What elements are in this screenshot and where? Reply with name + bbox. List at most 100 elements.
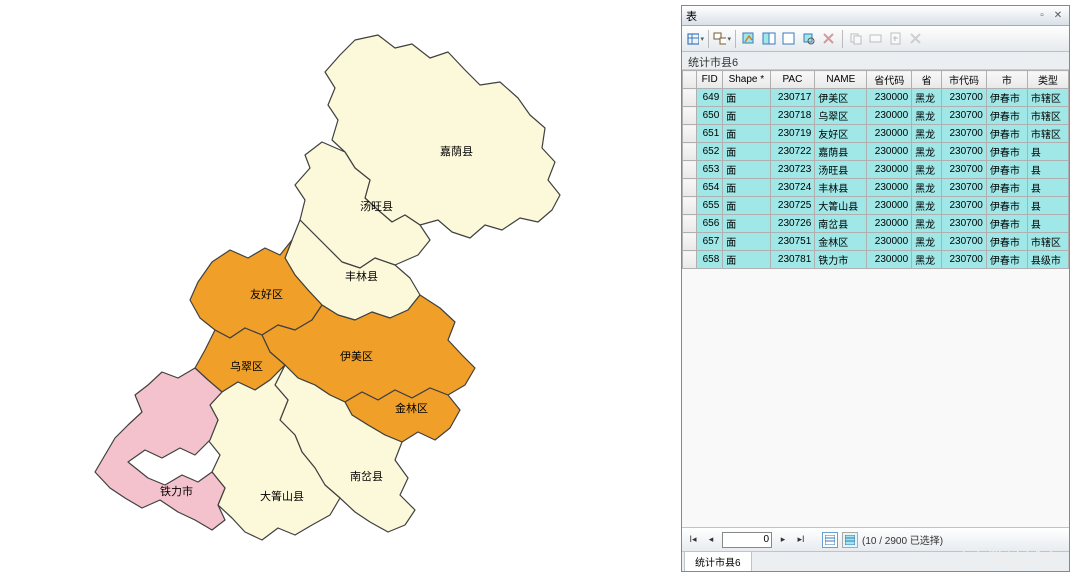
column-header[interactable]: 省 (912, 71, 942, 89)
cell[interactable]: 面 (723, 215, 770, 233)
select-by-attr-icon[interactable] (740, 30, 758, 48)
cell[interactable]: 230700 (942, 161, 987, 179)
cell[interactable]: 县 (1027, 197, 1068, 215)
find-icon[interactable] (867, 30, 885, 48)
layer-tab[interactable]: 统计市县6 (684, 551, 752, 571)
related-tables-icon[interactable]: ▾ (713, 30, 731, 48)
cell[interactable]: 黑龙 (912, 107, 942, 125)
cell[interactable]: 230751 (770, 233, 815, 251)
cell[interactable]: 230722 (770, 143, 815, 161)
table-row[interactable]: 649面230717伊美区230000黑龙230700伊春市市辖区 (683, 89, 1069, 107)
cell[interactable]: 230700 (942, 143, 987, 161)
switch-selection-icon[interactable] (760, 30, 778, 48)
column-header[interactable]: 市代码 (942, 71, 987, 89)
cell[interactable]: 伊春市 (986, 233, 1027, 251)
region-tieli[interactable] (95, 368, 225, 530)
cell[interactable]: 面 (723, 251, 770, 269)
cell[interactable]: 230718 (770, 107, 815, 125)
last-record-button[interactable]: ▸I (794, 533, 808, 547)
cell[interactable]: 230000 (867, 179, 912, 197)
cell[interactable]: 230700 (942, 107, 987, 125)
cell[interactable]: 县 (1027, 179, 1068, 197)
column-header[interactable]: 类型 (1027, 71, 1068, 89)
cell[interactable]: 伊春市 (986, 179, 1027, 197)
cell[interactable]: 面 (723, 89, 770, 107)
add-field-icon[interactable] (887, 30, 905, 48)
row-selector[interactable] (683, 215, 697, 233)
cell[interactable]: 友好区 (815, 125, 867, 143)
cell[interactable]: 230781 (770, 251, 815, 269)
next-record-button[interactable]: ▸ (776, 533, 790, 547)
table-options-icon[interactable]: ▾ (686, 30, 704, 48)
cell[interactable]: 650 (697, 107, 723, 125)
row-selector[interactable] (683, 251, 697, 269)
cell[interactable]: 230000 (867, 215, 912, 233)
cell[interactable]: 651 (697, 125, 723, 143)
cell[interactable]: 伊春市 (986, 125, 1027, 143)
cell[interactable]: 面 (723, 233, 770, 251)
cell[interactable]: 230000 (867, 89, 912, 107)
cell[interactable]: 230719 (770, 125, 815, 143)
table-row[interactable]: 652面230722嘉荫县230000黑龙230700伊春市县 (683, 143, 1069, 161)
cell[interactable]: 230000 (867, 143, 912, 161)
cell[interactable]: 伊春市 (986, 251, 1027, 269)
cell[interactable]: 230000 (867, 161, 912, 179)
show-all-records-button[interactable] (822, 532, 838, 548)
table-row[interactable]: 650面230718乌翠区230000黑龙230700伊春市市辖区 (683, 107, 1069, 125)
table-row[interactable]: 656面230726南岔县230000黑龙230700伊春市县 (683, 215, 1069, 233)
cell[interactable]: 657 (697, 233, 723, 251)
pin-button[interactable]: ▫ (1035, 9, 1049, 23)
cell[interactable]: 230000 (867, 107, 912, 125)
table-row[interactable]: 655面230725大箐山县230000黑龙230700伊春市县 (683, 197, 1069, 215)
column-header[interactable]: Shape * (723, 71, 770, 89)
cell[interactable]: 县级市 (1027, 251, 1068, 269)
cell[interactable]: 嘉荫县 (815, 143, 867, 161)
cell[interactable]: 汤旺县 (815, 161, 867, 179)
data-grid[interactable]: FIDShape *PACNAME省代码省市代码市类型 649面230717伊美… (682, 70, 1069, 527)
cell[interactable]: 230700 (942, 179, 987, 197)
cell[interactable]: 大箐山县 (815, 197, 867, 215)
cell[interactable]: 铁力市 (815, 251, 867, 269)
cell[interactable]: 面 (723, 161, 770, 179)
cell[interactable]: 230700 (942, 125, 987, 143)
row-selector[interactable] (683, 89, 697, 107)
titlebar[interactable]: 表 ▫ ✕ (682, 6, 1069, 26)
close-button[interactable]: ✕ (1051, 9, 1065, 23)
column-header[interactable]: FID (697, 71, 723, 89)
row-selector[interactable] (683, 161, 697, 179)
zoom-selected-icon[interactable] (800, 30, 818, 48)
row-selector[interactable] (683, 233, 697, 251)
first-record-button[interactable]: I◂ (686, 533, 700, 547)
row-selector[interactable] (683, 143, 697, 161)
table-row[interactable]: 658面230781铁力市230000黑龙230700伊春市县级市 (683, 251, 1069, 269)
cell[interactable]: 230700 (942, 89, 987, 107)
cell[interactable]: 黑龙 (912, 197, 942, 215)
cell[interactable]: 黑龙 (912, 179, 942, 197)
cell[interactable]: 市辖区 (1027, 125, 1068, 143)
table-row[interactable]: 651面230719友好区230000黑龙230700伊春市市辖区 (683, 125, 1069, 143)
cell[interactable]: 伊春市 (986, 197, 1027, 215)
cell[interactable]: 金林区 (815, 233, 867, 251)
cell[interactable]: 县 (1027, 161, 1068, 179)
cell[interactable]: 黑龙 (912, 89, 942, 107)
map-canvas[interactable]: 嘉荫县 汤旺县 丰林县 友好区 伊美区 乌翠区 金林区 南岔县 铁力市 大箐山县 (0, 0, 680, 584)
cell[interactable]: 黑龙 (912, 215, 942, 233)
cell[interactable]: 230000 (867, 125, 912, 143)
cell[interactable]: 南岔县 (815, 215, 867, 233)
cell[interactable]: 230700 (942, 215, 987, 233)
cell[interactable]: 黑龙 (912, 125, 942, 143)
cell[interactable]: 伊春市 (986, 89, 1027, 107)
cell[interactable]: 面 (723, 197, 770, 215)
cell[interactable]: 230723 (770, 161, 815, 179)
cell[interactable]: 656 (697, 215, 723, 233)
cell[interactable]: 伊美区 (815, 89, 867, 107)
cell[interactable]: 黑龙 (912, 161, 942, 179)
cell[interactable]: 649 (697, 89, 723, 107)
table-row[interactable]: 654面230724丰林县230000黑龙230700伊春市县 (683, 179, 1069, 197)
delete-selected-icon[interactable] (820, 30, 838, 48)
column-header[interactable]: PAC (770, 71, 815, 89)
prev-record-button[interactable]: ◂ (704, 533, 718, 547)
cell[interactable]: 230700 (942, 251, 987, 269)
cell[interactable]: 面 (723, 179, 770, 197)
clear-selection-icon[interactable] (780, 30, 798, 48)
